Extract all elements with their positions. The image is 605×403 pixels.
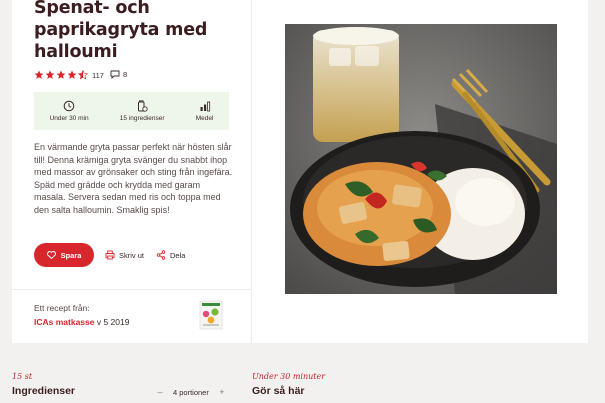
fact-time-label: Under 30 min	[49, 115, 89, 122]
clock-icon	[63, 100, 75, 112]
print-label: Skriv ut	[119, 250, 145, 260]
star-icon	[56, 70, 66, 79]
decrease-portions-button[interactable]: –	[155, 387, 165, 397]
portions-value: 4 portioner	[173, 387, 209, 397]
fact-time: Under 30 min	[50, 100, 89, 122]
star-icon	[45, 70, 55, 79]
matkasse-magazine-image	[199, 300, 223, 330]
food-photo-illustration	[285, 24, 557, 294]
share-button[interactable]: Dela	[156, 250, 185, 260]
ingredients-icon	[138, 100, 148, 112]
steps-header: Under 30 minuter Gör så här	[252, 372, 325, 397]
source-prefix: Ett recept från:	[34, 303, 90, 313]
half-star-icon	[78, 70, 88, 80]
fact-ingredients: 15 ingredienser	[120, 100, 165, 122]
difficulty-icon	[200, 101, 210, 112]
fact-difficulty: Medel	[195, 100, 214, 122]
rating[interactable]: 117	[34, 70, 104, 80]
comment-count: 8	[123, 70, 128, 79]
ingredients-heading: Ingredienser	[12, 385, 76, 397]
recipe-description: En värmande gryta passar perfekt när hös…	[34, 142, 233, 215]
portions-stepper[interactable]: – 4 portioner +	[155, 387, 227, 397]
recipe-info-panel: Spenat- och paprikagryta med halloumi 11…	[12, 0, 252, 343]
recipe-title: Spenat- och paprikagryta med halloumi	[34, 0, 208, 62]
star-icon	[34, 70, 44, 79]
recipe-facts: Under 30 min 15 ingredienser Medel	[34, 92, 229, 130]
star-icon	[67, 70, 77, 79]
ingredients-header: 15 st Ingredienser	[12, 372, 75, 397]
source-link[interactable]: ICAs matkasse	[34, 317, 94, 327]
time-label: Under 30 minuter	[252, 372, 326, 381]
share-icon	[156, 250, 166, 260]
fact-ingredients-label: 15 ingredienser	[119, 115, 165, 122]
comment-icon	[110, 70, 120, 79]
fact-difficulty-label: Medel	[195, 115, 214, 122]
divider	[12, 289, 252, 290]
printer-icon	[105, 250, 115, 260]
source-week: v 5 2019	[94, 317, 130, 327]
source-line: ICAs matkasse v 5 2019	[34, 317, 129, 327]
increase-portions-button[interactable]: +	[217, 387, 227, 397]
save-button[interactable]: Spara	[34, 243, 94, 267]
comments-link[interactable]: 8	[110, 70, 127, 79]
recipe-card: Spenat- och paprikagryta med halloumi 11…	[12, 0, 588, 343]
steps-heading: Gör så här	[252, 385, 305, 397]
share-label: Dela	[170, 250, 186, 260]
print-button[interactable]: Skriv ut	[105, 250, 144, 260]
recipe-photo	[285, 24, 557, 294]
rating-count: 117	[92, 70, 104, 80]
ingredients-count: 15 st	[12, 372, 33, 381]
heart-icon	[46, 251, 56, 259]
save-label: Spara	[60, 250, 82, 260]
